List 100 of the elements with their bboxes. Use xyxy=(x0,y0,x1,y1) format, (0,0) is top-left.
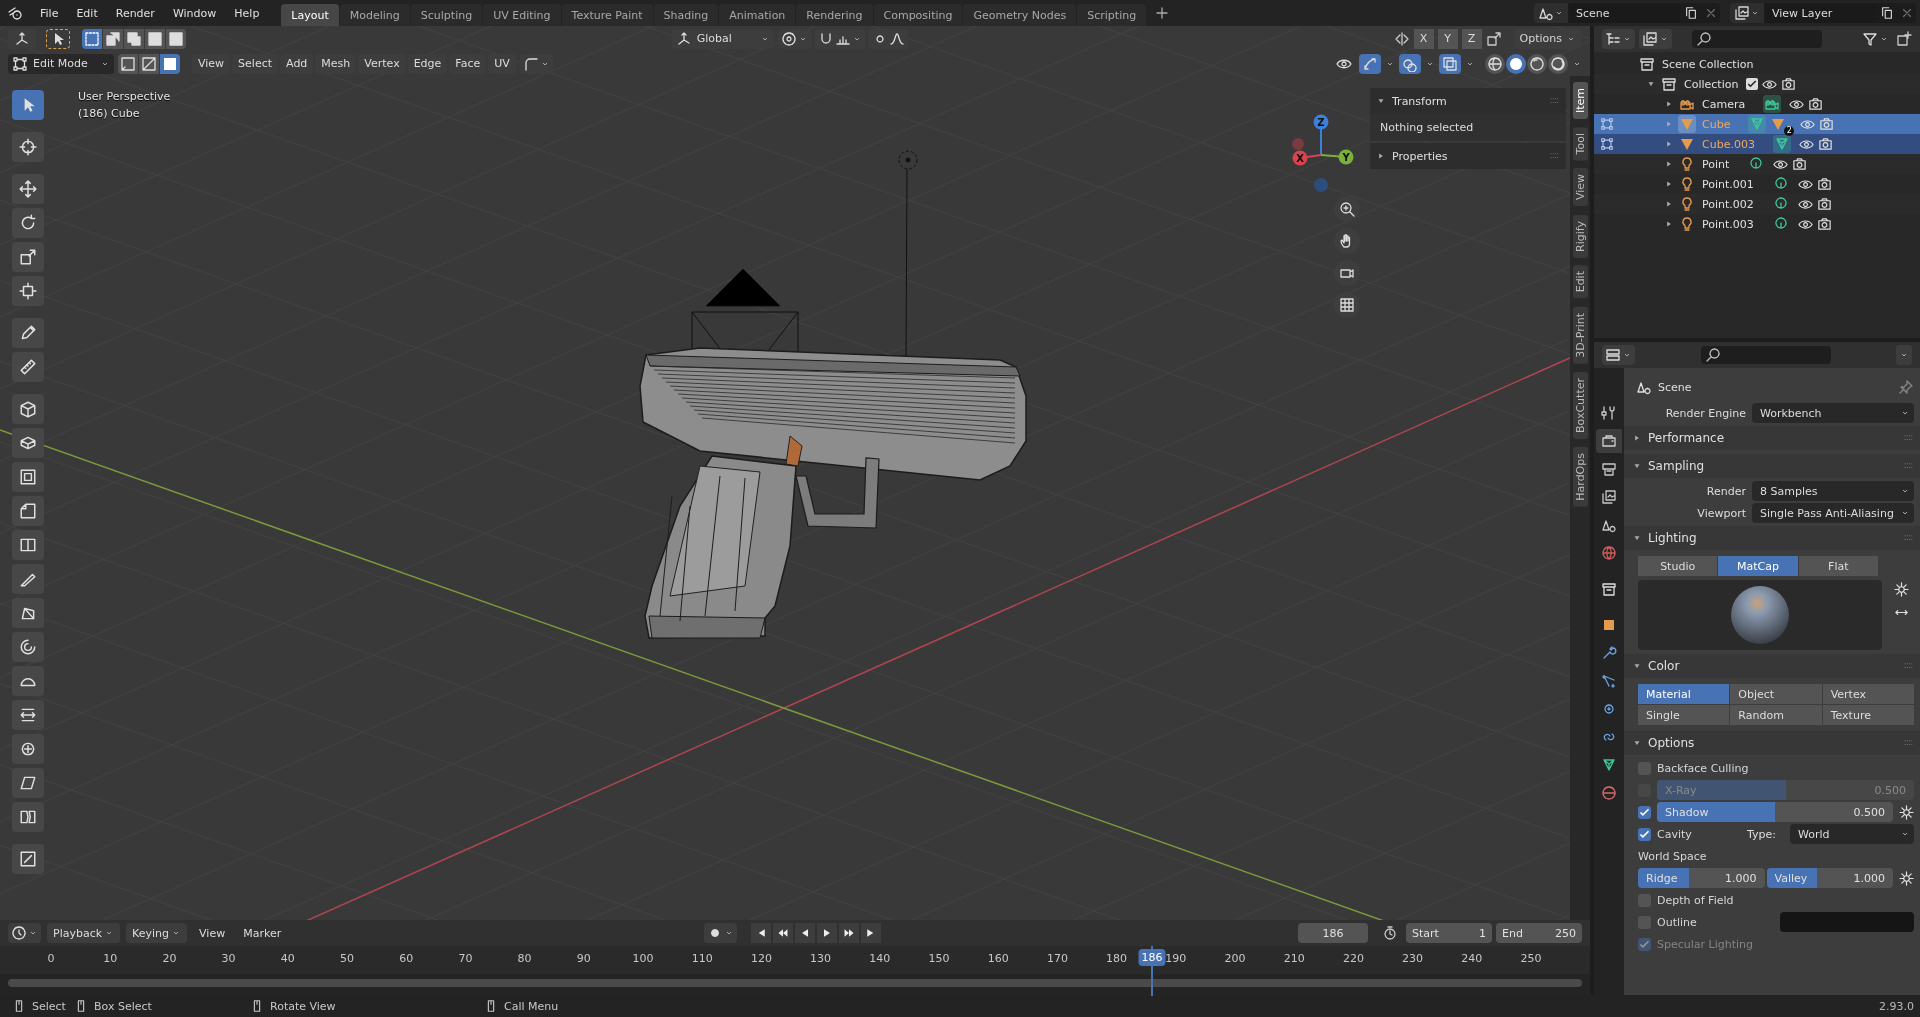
sidebar-tab[interactable]: View xyxy=(1572,168,1588,207)
menu-item[interactable]: Vertex xyxy=(358,53,406,74)
frame-number: 40 xyxy=(280,952,295,965)
panel-header[interactable]: Options xyxy=(1624,731,1920,755)
frame-number: 190 xyxy=(1165,952,1187,965)
menu-item[interactable]: Help xyxy=(226,3,268,23)
object-name[interactable]: Camera xyxy=(1702,97,1746,111)
mode-value[interactable]: Edit Mode xyxy=(33,57,95,70)
workspace-tab[interactable]: Shading xyxy=(653,4,719,26)
panel-header[interactable]: Sampling xyxy=(1624,454,1920,478)
frame-number: 210 xyxy=(1283,952,1305,965)
sidebar-tab[interactable]: Item xyxy=(1572,82,1588,120)
dropdown[interactable]: Single Pass Anti-Aliasing xyxy=(1752,503,1914,523)
outliner-row[interactable]: Camera xyxy=(1594,94,1920,114)
sidebar-tab[interactable]: 3D-Print xyxy=(1572,306,1588,364)
panel-title: Properties xyxy=(1392,149,1448,163)
collection-name[interactable]: Scene Collection xyxy=(1662,57,1754,71)
current-frame-field[interactable]: 186 xyxy=(1298,923,1368,943)
frame-number: 0 xyxy=(47,952,55,965)
panel-title: Sampling xyxy=(1648,459,1705,473)
toggle-button[interactable]: MatCap xyxy=(1718,556,1798,576)
menu-item[interactable]: Render xyxy=(107,3,163,23)
toggle-button[interactable]: Random xyxy=(1730,705,1822,725)
workspace-tab[interactable]: Layout xyxy=(281,4,339,26)
orientation-dropdown[interactable]: Global xyxy=(671,28,774,49)
workspace-tab[interactable]: Geometry Nodes xyxy=(963,4,1077,26)
menu-item[interactable]: Face xyxy=(449,53,487,74)
panel-header[interactable]: Performance xyxy=(1624,426,1920,450)
menu-item[interactable]: View xyxy=(192,53,231,74)
slider[interactable]: Shadow 0.500 xyxy=(1657,802,1893,822)
outliner-row[interactable]: Point.001 xyxy=(1594,174,1920,194)
sidebar-tab[interactable]: Edit xyxy=(1572,265,1588,299)
axis-toggle[interactable]: Z xyxy=(1461,28,1482,49)
object-name[interactable]: Point.002 xyxy=(1702,197,1754,211)
frame-number: 70 xyxy=(458,952,473,965)
object-name[interactable]: Point.001 xyxy=(1702,177,1754,191)
panel-header[interactable]: Color xyxy=(1624,654,1920,678)
workspace-tab[interactable]: Animation xyxy=(719,4,796,26)
end-frame-field[interactable]: End 250 xyxy=(1496,923,1582,943)
workspace-tab[interactable]: Compositing xyxy=(873,4,963,26)
dropdown[interactable]: 8 Samples xyxy=(1752,481,1914,501)
menu-item[interactable]: Edge xyxy=(407,53,448,74)
toggle-button[interactable]: Studio xyxy=(1638,556,1718,576)
outliner-row[interactable]: Cube.003 xyxy=(1594,134,1920,154)
frame-number: 90 xyxy=(576,952,591,965)
toggle-button[interactable]: Material xyxy=(1638,684,1730,704)
object-name[interactable]: Collection xyxy=(1684,77,1739,91)
menu-item[interactable]: Mesh xyxy=(315,53,357,74)
options-dropdown[interactable]: Options xyxy=(1513,28,1582,49)
scene-selector[interactable]: Scene xyxy=(1534,3,1720,23)
workspace-tab[interactable]: Scripting xyxy=(1077,4,1147,26)
slider[interactable]: Valley 1.000 xyxy=(1766,868,1893,888)
menu-item[interactable]: UV xyxy=(488,53,516,74)
object-name[interactable]: Point xyxy=(1702,157,1730,171)
workspace-tab[interactable]: Texture Paint xyxy=(561,4,653,26)
toggle-button[interactable]: Vertex xyxy=(1822,684,1914,704)
toggle-button[interactable]: Texture xyxy=(1822,705,1914,725)
toggle-button[interactable]: Single xyxy=(1638,705,1730,725)
status-hint: Call Menu xyxy=(504,999,559,1013)
panel-title: Transform xyxy=(1392,94,1447,108)
menu-item[interactable]: Marker xyxy=(237,923,288,943)
menu-item[interactable]: File xyxy=(32,3,67,23)
workspace-tab[interactable]: Sculpting xyxy=(410,4,483,26)
workspace-tab[interactable]: UV Editing xyxy=(483,4,561,26)
frame-number: 140 xyxy=(869,952,891,965)
menu-item[interactable]: Window xyxy=(164,3,225,23)
menu-item[interactable]: Select xyxy=(232,53,279,74)
object-name[interactable]: Cube.003 xyxy=(1702,137,1755,151)
outliner-row[interactable]: Cube 2 xyxy=(1594,114,1920,134)
panel-header[interactable]: Transform xyxy=(1370,88,1566,114)
start-frame-field[interactable]: Start 1 xyxy=(1406,923,1492,943)
menu-item[interactable]: Keying xyxy=(126,923,188,943)
slider[interactable]: Ridge 1.000 xyxy=(1638,868,1765,888)
orientation-value[interactable]: Global xyxy=(696,32,755,45)
panel-text: Nothing selected xyxy=(1380,121,1474,134)
view-layer-selector[interactable]: View Layer xyxy=(1730,3,1916,23)
navigation-gizmo[interactable]: Z X Y xyxy=(1281,108,1361,208)
toggle-button[interactable]: Object xyxy=(1730,684,1822,704)
axis-toggle[interactable]: X xyxy=(1413,28,1434,49)
panel-header[interactable]: Properties xyxy=(1370,143,1566,169)
mode-dropdown[interactable]: Edit Mode xyxy=(8,53,114,74)
menu-item[interactable]: Edit xyxy=(68,3,106,23)
dropdown[interactable]: World xyxy=(1790,824,1914,844)
axis-toggle[interactable]: Y xyxy=(1437,28,1458,49)
menu-item[interactable]: View xyxy=(193,923,232,943)
playhead[interactable]: 186 xyxy=(1138,949,1166,966)
menu-item[interactable]: Add xyxy=(280,53,314,74)
panel-header[interactable]: Lighting xyxy=(1624,526,1920,550)
sidebar-tab[interactable]: BoxCutter xyxy=(1572,371,1588,439)
workspace-tab[interactable]: Rendering xyxy=(796,4,873,26)
sidebar-tab[interactable]: HardOps xyxy=(1572,446,1588,507)
dropdown[interactable]: Workbench xyxy=(1752,403,1914,423)
field-label: Render xyxy=(1705,484,1746,498)
object-name[interactable]: Point.003 xyxy=(1702,217,1754,231)
sidebar-tab[interactable]: Rigify xyxy=(1572,214,1588,258)
toggle-button[interactable]: Flat xyxy=(1798,556,1878,576)
menu-item[interactable]: Playback xyxy=(47,923,121,943)
sidebar-tab[interactable]: Tool xyxy=(1572,127,1588,161)
outliner-row[interactable]: Point.003 xyxy=(1594,214,1920,234)
workspace-tab[interactable]: Modeling xyxy=(339,4,410,26)
